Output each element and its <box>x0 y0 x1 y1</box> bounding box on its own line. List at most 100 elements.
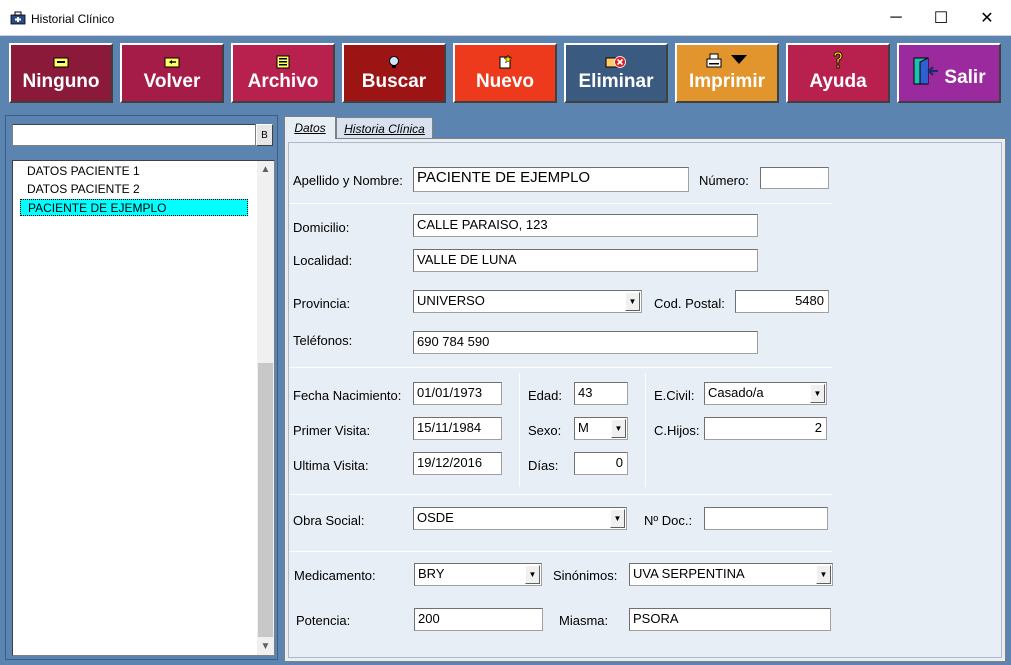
patient-search-input[interactable] <box>12 124 256 146</box>
edad-label: Edad: <box>528 388 562 403</box>
fnac-field[interactable]: 01/01/1973 <box>413 382 502 405</box>
domicilio-label: Domicilio: <box>293 220 350 235</box>
miasma-label: Miasma: <box>559 613 609 628</box>
eliminar-button[interactable]: Eliminar <box>564 43 668 103</box>
potencia-label: Potencia: <box>296 613 351 628</box>
pvisita-label: Primer Visita: <box>293 423 371 438</box>
dias-field[interactable]: 0 <box>574 452 628 475</box>
sexo-select[interactable]: M ▼ <box>574 417 628 440</box>
ecivil-value: Casado/a <box>708 385 764 400</box>
nuevo-label: Nuevo <box>475 71 535 92</box>
window-title: Historial Clínico <box>31 12 115 26</box>
chevron-down-icon[interactable]: ▼ <box>625 292 640 311</box>
ndoc-field[interactable] <box>704 507 828 530</box>
localidad-field[interactable]: VALLE DE LUNA <box>413 249 758 272</box>
uvisita-label: Ultima Visita: <box>293 458 369 473</box>
divider <box>289 367 832 368</box>
folder-icon <box>53 57 69 68</box>
ecivil-select[interactable]: Casado/a ▼ <box>704 382 827 405</box>
ayuda-button[interactable]: Ayuda <box>786 43 890 103</box>
telefonos-label: Teléfonos: <box>293 333 353 348</box>
tab-historia-clinica[interactable]: Historia Clínica <box>336 117 433 139</box>
close-icon: ✕ <box>980 10 994 27</box>
sinonimos-label: Sinónimos: <box>553 568 618 583</box>
chevron-down-icon[interactable]: ▼ <box>816 565 831 584</box>
nombre-field[interactable]: PACIENTE DE EJEMPLO <box>413 167 689 192</box>
list-item[interactable]: DATOS PACIENTE 2 <box>20 181 248 198</box>
close-button[interactable]: ✕ <box>964 0 1010 36</box>
maximize-button[interactable]: ☐ <box>918 0 964 36</box>
buscar-label: Buscar <box>361 71 427 92</box>
imprimir-button[interactable]: Imprimir <box>675 43 779 103</box>
datos-form: Apellido y Nombre: PACIENTE DE EJEMPLO N… <box>284 138 1006 662</box>
title-bar: Historial Clínico ─ ☐ ✕ <box>0 0 1011 36</box>
archivo-label: Archivo <box>247 71 319 92</box>
uvisita-field[interactable]: 19/12/2016 <box>413 452 502 475</box>
chevron-down-icon[interactable]: ▼ <box>810 384 825 403</box>
list-item[interactable]: DATOS PACIENTE 1 <box>20 163 248 180</box>
divider <box>289 551 832 552</box>
scroll-up-icon[interactable]: ▲ <box>257 161 274 178</box>
nuevo-button[interactable]: Nuevo <box>453 43 557 103</box>
telefonos-field[interactable]: 690 784 590 <box>413 331 758 354</box>
sexo-label: Sexo: <box>528 423 562 438</box>
sinonimos-select[interactable]: UVA SERPENTINA ▼ <box>629 563 833 586</box>
list-item-selected[interactable]: PACIENTE DE EJEMPLO <box>20 199 248 216</box>
scroll-thumb[interactable] <box>258 363 273 637</box>
archivo-button[interactable]: Archivo <box>231 43 335 103</box>
printer-icon <box>706 53 747 68</box>
numero-field[interactable] <box>760 167 829 189</box>
patient-panel: B DATOS PACIENTE 1 DATOS PACIENTE 2 PACI… <box>5 115 278 660</box>
medicamento-select[interactable]: BRY ▼ <box>414 563 542 586</box>
salir-button[interactable]: Salir <box>897 43 1001 103</box>
buscar-button[interactable]: Buscar <box>342 43 446 103</box>
list-scrollbar[interactable]: ▲ ▼ <box>257 161 274 655</box>
obra-value: OSDE <box>417 510 454 525</box>
archive-icon <box>276 55 290 69</box>
ayuda-label: Ayuda <box>809 71 867 92</box>
miasma-field[interactable]: PSORA <box>629 608 831 631</box>
localidad-label: Localidad: <box>293 253 353 268</box>
ecivil-label: E.Civil: <box>654 388 695 403</box>
provincia-label: Provincia: <box>293 296 351 311</box>
medicamento-value: BRY <box>418 566 445 581</box>
edad-field[interactable]: 43 <box>574 382 628 405</box>
obra-label: Obra Social: <box>293 513 365 528</box>
divider <box>289 203 832 204</box>
chevron-down-icon[interactable]: ▼ <box>611 419 626 438</box>
ninguno-button[interactable]: Ninguno <box>9 43 113 103</box>
magnifier-icon <box>389 56 399 68</box>
sinonimos-value: UVA SERPENTINA <box>633 566 745 581</box>
help-icon <box>833 51 843 69</box>
sexo-value: M <box>578 420 589 435</box>
minimize-button[interactable]: ─ <box>873 0 919 36</box>
divider <box>645 373 646 487</box>
chevron-down-icon[interactable]: ▼ <box>525 565 540 584</box>
medicamento-label: Medicamento: <box>294 568 376 583</box>
obra-select[interactable]: OSDE ▼ <box>413 507 627 530</box>
minimize-icon: ─ <box>890 9 902 26</box>
provincia-select[interactable]: UNIVERSO ▼ <box>413 290 642 313</box>
ninguno-label: Ninguno <box>22 71 100 92</box>
eliminar-label: Eliminar <box>578 71 654 92</box>
chijos-field[interactable]: 2 <box>704 417 827 440</box>
potencia-field[interactable]: 200 <box>414 608 543 631</box>
numero-label: Número: <box>699 173 749 188</box>
patient-list[interactable]: DATOS PACIENTE 1 DATOS PACIENTE 2 PACIEN… <box>12 160 275 656</box>
new-document-icon <box>499 55 513 69</box>
toolbar: Ninguno Volver Archivo Buscar Nuevo Elim… <box>0 36 1011 114</box>
cp-field[interactable]: 5480 <box>735 290 829 313</box>
cp-label: Cod. Postal: <box>654 296 725 311</box>
domicilio-field[interactable]: CALLE PARAISO, 123 <box>413 214 758 237</box>
search-button[interactable]: B <box>256 124 273 146</box>
delete-icon <box>605 56 626 68</box>
chevron-down-icon[interactable]: ▼ <box>610 509 625 528</box>
dias-label: Días: <box>528 458 559 473</box>
ndoc-label: Nº Doc.: <box>644 513 693 528</box>
chijos-label: C.Hijos: <box>654 423 700 438</box>
tab-datos[interactable]: Datos <box>284 116 336 139</box>
volver-button[interactable]: Volver <box>120 43 224 103</box>
scroll-down-icon[interactable]: ▼ <box>257 638 274 655</box>
pvisita-field[interactable]: 15/11/1984 <box>413 417 502 440</box>
maximize-icon: ☐ <box>933 10 949 27</box>
